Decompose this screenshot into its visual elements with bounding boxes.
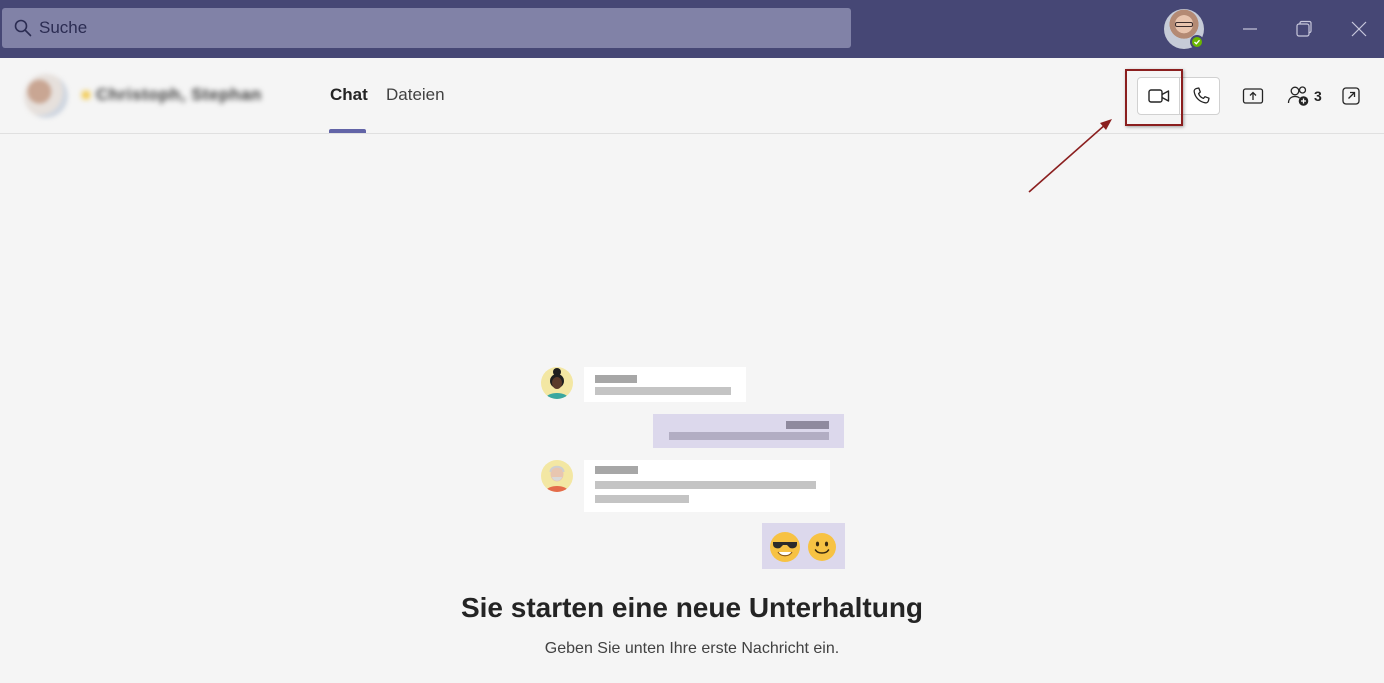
- search-input[interactable]: Suche: [39, 18, 87, 38]
- tab-dateien[interactable]: Dateien: [386, 85, 445, 105]
- restore-icon[interactable]: [1289, 14, 1319, 44]
- participant-count: 3: [1314, 88, 1322, 104]
- illustration-emoji-bubble: [762, 523, 845, 569]
- people-icon: [1287, 86, 1309, 106]
- share-screen-icon[interactable]: [1242, 84, 1264, 108]
- chat-participants-title[interactable]: Christoph, Stephan: [82, 84, 262, 106]
- participants-text: Christoph, Stephan: [96, 85, 262, 104]
- group-avatar[interactable]: [24, 74, 68, 118]
- empty-state-title: Sie starten eine neue Unterhaltung: [460, 592, 924, 623]
- pop-out-icon[interactable]: [1341, 84, 1361, 108]
- title-bar: Suche: [0, 0, 1384, 58]
- available-status-icon: [1190, 35, 1204, 49]
- minimize-icon[interactable]: [1235, 14, 1265, 44]
- search-box[interactable]: Suche: [2, 8, 851, 48]
- sunglasses-emoji-icon: [770, 532, 800, 562]
- illustration-avatar-woman: [541, 367, 573, 399]
- illustration-message-bubble: [584, 367, 746, 402]
- phone-icon: [1193, 87, 1210, 104]
- illustration-message-bubble-self: [653, 414, 844, 448]
- active-tab-indicator: [329, 129, 366, 133]
- illustration-message-bubble: [584, 460, 830, 512]
- add-people-button[interactable]: 3: [1287, 84, 1322, 108]
- empty-state-subtitle: Geben Sie unten Ihre erste Nachricht ein…: [544, 640, 840, 657]
- close-icon[interactable]: [1344, 14, 1374, 44]
- annotation-highlight-box: [1125, 69, 1183, 126]
- audio-call-button[interactable]: [1180, 78, 1221, 114]
- illustration-avatar-man: [541, 460, 573, 492]
- search-icon: [13, 18, 33, 38]
- annotation-arrow: [1028, 119, 1112, 193]
- tab-chat[interactable]: Chat: [330, 85, 368, 105]
- smiley-emoji-icon: [808, 533, 836, 561]
